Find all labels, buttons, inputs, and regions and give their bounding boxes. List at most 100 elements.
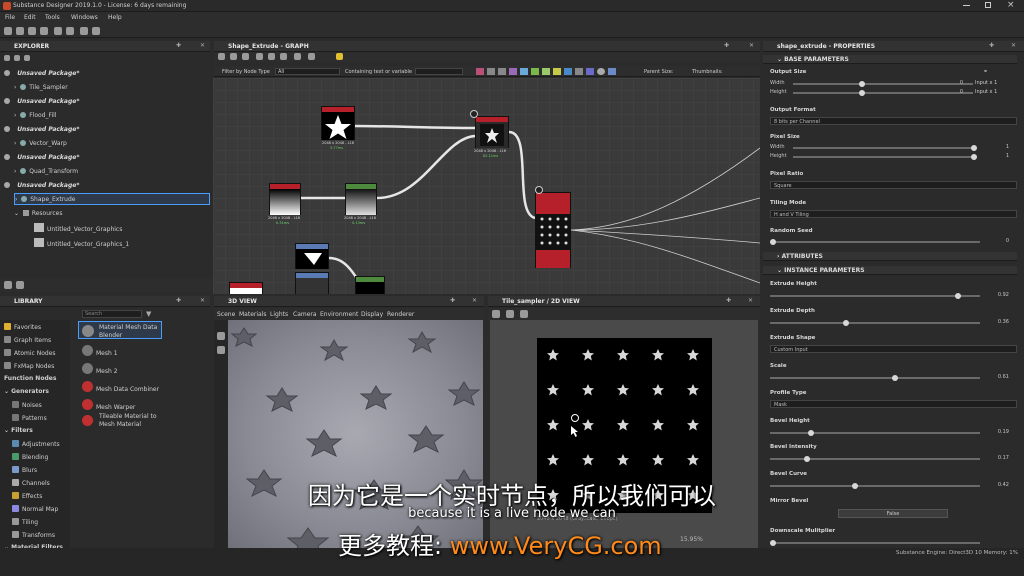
- downscale-knob[interactable]: [770, 540, 776, 546]
- new-package-icon[interactable]: [4, 27, 12, 35]
- close-panel-icon[interactable]: ✕: [749, 42, 754, 49]
- undo-icon[interactable]: [54, 27, 62, 35]
- menu-edit[interactable]: Edit: [24, 14, 36, 21]
- cat-generators[interactable]: ⌄ Generators: [4, 388, 49, 395]
- cat-atomic-nodes[interactable]: Atomic Nodes: [4, 349, 56, 357]
- cat-adjustments[interactable]: Adjustments: [12, 440, 60, 448]
- minimize-icon[interactable]: [963, 5, 970, 6]
- pixel-width-knob[interactable]: [971, 145, 977, 151]
- settings-icon[interactable]: [520, 310, 528, 318]
- camera-icon[interactable]: [242, 53, 249, 60]
- profile-type-select[interactable]: Mask: [770, 400, 1017, 408]
- pin-icon[interactable]: ✚: [989, 42, 994, 49]
- node-gradient-linear[interactable]: [269, 183, 301, 215]
- align-icon[interactable]: [256, 53, 263, 60]
- menu-environment[interactable]: Environment: [320, 311, 358, 318]
- filter-type-icon[interactable]: [575, 68, 583, 75]
- tiling-mode-select[interactable]: H and V Tiling: [770, 210, 1017, 218]
- extrude-depth-knob[interactable]: [843, 320, 849, 326]
- node-star[interactable]: [321, 106, 355, 140]
- cat-filters[interactable]: ⌄ Filters: [4, 427, 33, 434]
- save-icon[interactable]: [492, 310, 500, 318]
- node-shape-extrude[interactable]: [535, 192, 571, 268]
- extrude-height-slider[interactable]: [770, 295, 980, 297]
- cat-transforms[interactable]: Transforms: [12, 531, 55, 539]
- redo-dropdown-icon[interactable]: [92, 27, 100, 35]
- close-panel-icon[interactable]: ✕: [748, 297, 753, 304]
- pixel-width-slider[interactable]: [793, 147, 973, 149]
- bevel-intensity-slider[interactable]: [770, 458, 980, 460]
- menu-scene[interactable]: Scene: [217, 311, 235, 318]
- lib-entry-mesh-1[interactable]: Mesh 1: [82, 345, 118, 357]
- package-item[interactable]: Unsaved Package*: [4, 98, 79, 105]
- cat-blending[interactable]: Blending: [12, 453, 48, 461]
- bevel-height-knob[interactable]: [808, 430, 814, 436]
- undo-dropdown-icon[interactable]: [66, 27, 74, 35]
- align-icon[interactable]: [268, 53, 275, 60]
- filter-type-icon[interactable]: [498, 68, 506, 75]
- filter-type-icon[interactable]: [553, 68, 561, 75]
- close-panel-icon[interactable]: ✕: [200, 297, 205, 304]
- lib-entry-mesh-2[interactable]: Mesh 2: [82, 363, 118, 375]
- tool-icon[interactable]: [16, 281, 24, 289]
- folder-icon[interactable]: [24, 55, 30, 61]
- rotate-icon[interactable]: [308, 53, 315, 60]
- close-panel-icon[interactable]: ✕: [200, 42, 205, 49]
- new-icon[interactable]: [4, 55, 10, 61]
- menu-tools[interactable]: Tools: [45, 14, 60, 21]
- camera-icon[interactable]: [217, 332, 225, 340]
- cat-blurs[interactable]: Blurs: [12, 466, 37, 474]
- cat-favorites[interactable]: Favorites: [4, 323, 41, 331]
- link-icon[interactable]: ⚭: [983, 68, 988, 75]
- scale-slider[interactable]: [770, 377, 980, 379]
- tool-icon[interactable]: [4, 281, 12, 289]
- pixel-height-knob[interactable]: [971, 154, 977, 160]
- output-format-select[interactable]: 8 bits per Channel: [770, 117, 1017, 125]
- save-icon[interactable]: [14, 55, 20, 61]
- cat-graph-items[interactable]: Graph Items: [4, 336, 51, 344]
- graph-item-shape-extrude[interactable]: › Shape_Extrude: [14, 193, 210, 205]
- close-icon[interactable]: ×: [1007, 0, 1015, 10]
- filter-type-icon[interactable]: [597, 68, 605, 75]
- pixel-height-slider[interactable]: [793, 156, 973, 158]
- resource-item[interactable]: Untitled_Vector_Graphics_1: [34, 238, 129, 248]
- cat-noises[interactable]: Noises: [12, 401, 42, 409]
- redo-icon[interactable]: [80, 27, 88, 35]
- extrude-shape-select[interactable]: Custom Input: [770, 345, 1017, 353]
- menu-renderer[interactable]: Renderer: [387, 311, 414, 318]
- node-shape[interactable]: [295, 243, 329, 269]
- filter-type-icon[interactable]: [531, 68, 539, 75]
- package-item[interactable]: Unsaved Package*: [4, 182, 79, 189]
- resources-folder[interactable]: ⌄ Resources: [14, 210, 63, 217]
- resource-item[interactable]: Untitled_Vector_Graphics: [34, 223, 122, 233]
- graph-canvas[interactable]: 2048 x 2048 - L16 5.77ms 2048 x 2048 - L…: [213, 78, 760, 294]
- filter-type-icon[interactable]: [542, 68, 550, 75]
- lib-entry-selected[interactable]: Material Mesh Data Blender: [78, 321, 162, 339]
- filter-select[interactable]: All: [275, 68, 340, 75]
- filter-type-icon[interactable]: [586, 68, 594, 75]
- menu-lights[interactable]: Lights: [270, 311, 288, 318]
- package-item[interactable]: Unsaved Package*: [4, 70, 79, 77]
- copy-icon[interactable]: [506, 310, 514, 318]
- section-instance-parameters[interactable]: ⌄ INSTANCE PARAMETERS: [763, 266, 1017, 275]
- package-item[interactable]: Unsaved Package*: [4, 154, 79, 161]
- cat-function-nodes[interactable]: Function Nodes: [4, 375, 56, 382]
- pin-icon[interactable]: ✚: [176, 297, 181, 304]
- height-slider-knob[interactable]: [859, 90, 865, 96]
- package-item[interactable]: Unsaved Package*: [4, 126, 79, 133]
- filter-type-icon[interactable]: [608, 68, 616, 75]
- menu-help[interactable]: Help: [108, 14, 122, 21]
- lib-entry-mesh-warper[interactable]: Mesh Warper: [82, 399, 135, 411]
- section-base-parameters[interactable]: ⌄ BASE PARAMETERS: [763, 55, 1017, 64]
- library-search-input[interactable]: Search: [82, 310, 142, 318]
- maximize-icon[interactable]: [985, 2, 991, 8]
- open-icon[interactable]: [16, 27, 24, 35]
- node-input[interactable]: [229, 282, 263, 294]
- filter-type-icon[interactable]: [487, 68, 495, 75]
- downscale-slider[interactable]: [770, 542, 980, 544]
- lib-entry-mesh-data-combiner[interactable]: Mesh Data Combiner: [82, 381, 159, 393]
- frame-icon[interactable]: [280, 53, 287, 60]
- random-seed-knob[interactable]: [770, 239, 776, 245]
- extrude-depth-slider[interactable]: [770, 322, 980, 324]
- node-transformation[interactable]: [295, 272, 329, 294]
